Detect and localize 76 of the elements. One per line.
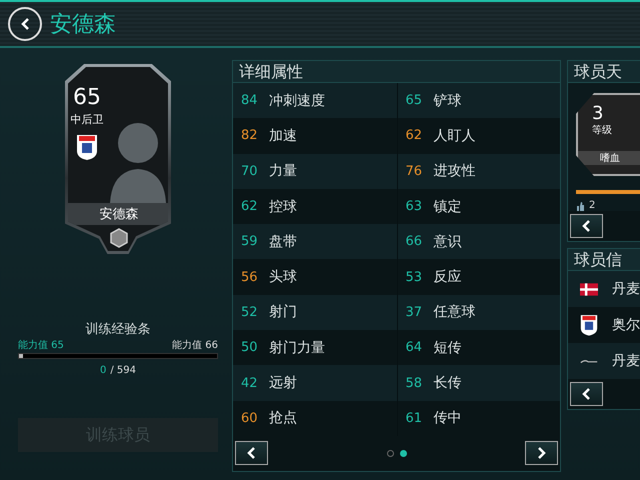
stat-name: 镇定 bbox=[434, 198, 462, 216]
level-label: 等级 bbox=[592, 124, 613, 137]
stat-name: 反应 bbox=[434, 268, 462, 286]
stat-name: 抢点 bbox=[269, 409, 297, 428]
stat-value: 56 bbox=[241, 270, 259, 285]
club-crest-icon bbox=[76, 133, 98, 161]
stat-value: 76 bbox=[406, 164, 424, 179]
stat-value: 66 bbox=[406, 234, 424, 250]
stat-value: 62 bbox=[406, 128, 424, 144]
experience-current: 0 bbox=[100, 365, 106, 376]
stat-name: 人盯人 bbox=[434, 126, 476, 145]
experience-total: / 594 bbox=[110, 365, 136, 376]
panel-title: 详细属性 bbox=[233, 61, 560, 83]
training-title: 训练经验条 bbox=[86, 321, 150, 338]
back-button[interactable] bbox=[8, 7, 42, 41]
next-button[interactable] bbox=[525, 441, 558, 466]
stat-value: 84 bbox=[241, 93, 259, 108]
thumbs-up-icon bbox=[576, 200, 585, 210]
page-dot[interactable] bbox=[386, 450, 394, 457]
page-title: 安德森 bbox=[50, 11, 116, 39]
stat-name: 任意球 bbox=[434, 303, 476, 322]
chevron-left-icon bbox=[20, 18, 30, 30]
chevron-left-icon bbox=[247, 447, 256, 460]
hexagon-icon bbox=[109, 228, 129, 248]
stat-value: 62 bbox=[241, 199, 259, 214]
stat-value: 37 bbox=[406, 304, 424, 320]
stat-name: 盘带 bbox=[269, 232, 297, 251]
stat-value: 58 bbox=[406, 376, 424, 391]
stat-name: 射门力量 bbox=[269, 338, 325, 357]
stat-name: 头球 bbox=[269, 268, 297, 286]
stat-name: 冲刺速度 bbox=[269, 92, 325, 110]
stat-value: 64 bbox=[406, 340, 424, 356]
stat-value: 52 bbox=[241, 304, 259, 320]
likes-count: 2 bbox=[589, 200, 596, 211]
stat-name: 控球 bbox=[269, 198, 297, 216]
stat-name: 进攻性 bbox=[434, 162, 476, 180]
stat-name: 铲球 bbox=[434, 92, 462, 110]
talent-name: 嗜血 bbox=[578, 151, 640, 165]
info-text: 丹麦 bbox=[612, 280, 640, 298]
stat-value: 61 bbox=[406, 410, 424, 426]
info-text: 丹麦 bbox=[612, 352, 640, 370]
stat-name: 射门 bbox=[269, 303, 297, 322]
league-logo-icon bbox=[580, 357, 598, 365]
flag-icon bbox=[580, 282, 598, 296]
stat-value: 70 bbox=[241, 164, 259, 179]
panel-title: 球员天 bbox=[568, 61, 640, 83]
previous-button[interactable] bbox=[570, 214, 603, 238]
player-rating: 65 bbox=[73, 87, 101, 109]
stat-name: 短传 bbox=[434, 338, 462, 357]
stat-value: 65 bbox=[406, 93, 424, 108]
info-text: 奥尔 bbox=[612, 316, 640, 334]
stat-value: 63 bbox=[406, 199, 424, 214]
page-dot[interactable] bbox=[400, 450, 406, 457]
stat-name: 远射 bbox=[269, 374, 297, 392]
stat-value: 50 bbox=[241, 340, 259, 356]
player-name: 安德森 bbox=[68, 203, 170, 225]
next-rating-label: 能力值 66 bbox=[172, 338, 218, 352]
chevron-right-icon bbox=[537, 447, 546, 460]
chevron-left-icon bbox=[582, 388, 591, 400]
stat-value: 60 bbox=[241, 410, 259, 426]
stat-value: 53 bbox=[406, 270, 424, 285]
stat-name: 力量 bbox=[269, 162, 297, 180]
stat-name: 传中 bbox=[434, 409, 462, 428]
previous-button[interactable] bbox=[235, 441, 268, 466]
previous-button[interactable] bbox=[570, 382, 603, 406]
stat-name: 长传 bbox=[434, 374, 462, 392]
player-position: 中后卫 bbox=[70, 112, 104, 127]
current-rating-label: 能力值 65 bbox=[18, 338, 64, 352]
stat-name: 加速 bbox=[269, 126, 297, 145]
stat-name: 意识 bbox=[434, 232, 462, 251]
panel-title: 球员信 bbox=[568, 249, 640, 271]
talent-level: 3 bbox=[592, 105, 604, 123]
stat-value: 42 bbox=[241, 376, 259, 391]
stat-value: 59 bbox=[241, 234, 259, 250]
chevron-left-icon bbox=[582, 220, 591, 232]
stat-value: 82 bbox=[241, 128, 259, 144]
